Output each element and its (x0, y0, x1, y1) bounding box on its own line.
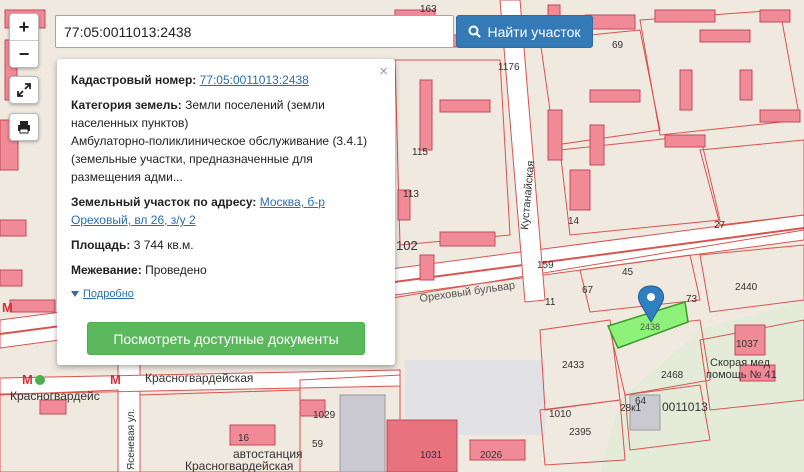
print-control (9, 113, 39, 141)
print-button[interactable] (10, 114, 38, 140)
expand-icon (17, 83, 31, 97)
block-label: 0011013 (662, 400, 708, 414)
map-label: 2433 (562, 360, 585, 371)
map-label: 1176 (498, 62, 520, 73)
street-label: Ясеневая ул. (126, 409, 137, 470)
cad-number-link[interactable]: 77:05:0011013:2438 (200, 73, 309, 87)
svg-text:M: M (110, 372, 121, 387)
survey-label: Межевание: (71, 263, 142, 277)
svg-text:M: M (2, 300, 13, 315)
details-toggle[interactable]: Подробно (71, 285, 381, 303)
map-label: 115 (412, 147, 428, 158)
map-label: 59 (312, 439, 324, 450)
area-label: Площадь: (71, 238, 131, 252)
survey-value: Проведено (145, 263, 207, 277)
zoom-out-button[interactable]: − (10, 40, 38, 67)
map-label: 27 (714, 220, 726, 231)
find-parcel-button[interactable]: Найти участок (456, 15, 593, 48)
hospital-label: Скорая мед (710, 357, 771, 369)
map-label: 1031 (420, 450, 443, 461)
cat-label: Категория земель: (71, 98, 182, 112)
map-label: 67 (582, 285, 594, 296)
map-label: 102 (396, 238, 418, 253)
land-category-row: Категория земель: Земли поселений (земли… (71, 96, 381, 186)
map-label: 1029 (313, 410, 336, 421)
map-label: 11 (545, 297, 556, 308)
metro-label: Красногвардейс (10, 389, 100, 403)
printer-icon (18, 121, 30, 134)
cad-label: Кадастровый номер: (71, 73, 197, 87)
details-link: Подробно (83, 288, 134, 300)
close-icon[interactable]: × (379, 63, 388, 81)
map-label: 113 (403, 189, 419, 200)
map-label: 1010 (549, 409, 572, 420)
search-bar (55, 15, 454, 48)
map-label: 2026 (480, 450, 503, 461)
hospital-label: помощь № 41 (706, 369, 777, 381)
parcel-label: 2438 (640, 322, 660, 332)
bus-stop-label: Красногвардейская (185, 459, 293, 472)
map-label: 159 (537, 260, 554, 271)
map-label: 2468 (661, 370, 684, 381)
map-label: 28к1 (620, 403, 641, 414)
address-row: Земельный участок по адресу: Москва, б-р… (71, 193, 381, 229)
fullscreen-control (9, 76, 39, 104)
use-value: Амбулаторно-поликлиническое обслуживание… (71, 134, 368, 184)
search-icon (468, 25, 482, 38)
addr-label: Земельный участок по адресу: (71, 195, 257, 209)
cadastral-search-input[interactable] (55, 15, 454, 48)
map-label: 163 (420, 4, 437, 15)
zoom-in-button[interactable]: + (10, 14, 38, 40)
map-label: 45 (622, 267, 634, 278)
caret-down-icon (71, 291, 79, 297)
area-value: 3 744 кв.м. (133, 238, 194, 252)
parcel-info-popup: × Кадастровый номер: 77:05:0011013:2438 … (57, 59, 395, 365)
metro-label: Красногвардейская (145, 371, 253, 385)
fullscreen-button[interactable] (10, 77, 38, 103)
zoom-control: + − (9, 13, 39, 68)
svg-text:M: M (22, 372, 33, 387)
find-parcel-label: Найти участок (487, 23, 581, 40)
map-label: 73 (686, 294, 698, 305)
map-label: 1037 (736, 339, 759, 350)
map-label: 69 (612, 40, 624, 51)
map-label: 2440 (735, 282, 758, 293)
survey-row: Межевание: Проведено (71, 261, 381, 279)
view-documents-button[interactable]: Посмотреть доступные документы (87, 322, 365, 355)
map-label: 2395 (569, 427, 592, 438)
area-row: Площадь: 3 744 кв.м. (71, 236, 381, 254)
map-label: 14 (568, 216, 580, 227)
map-label: 16 (238, 433, 250, 444)
cadastral-number-row: Кадастровый номер: 77:05:0011013:2438 (71, 71, 381, 89)
